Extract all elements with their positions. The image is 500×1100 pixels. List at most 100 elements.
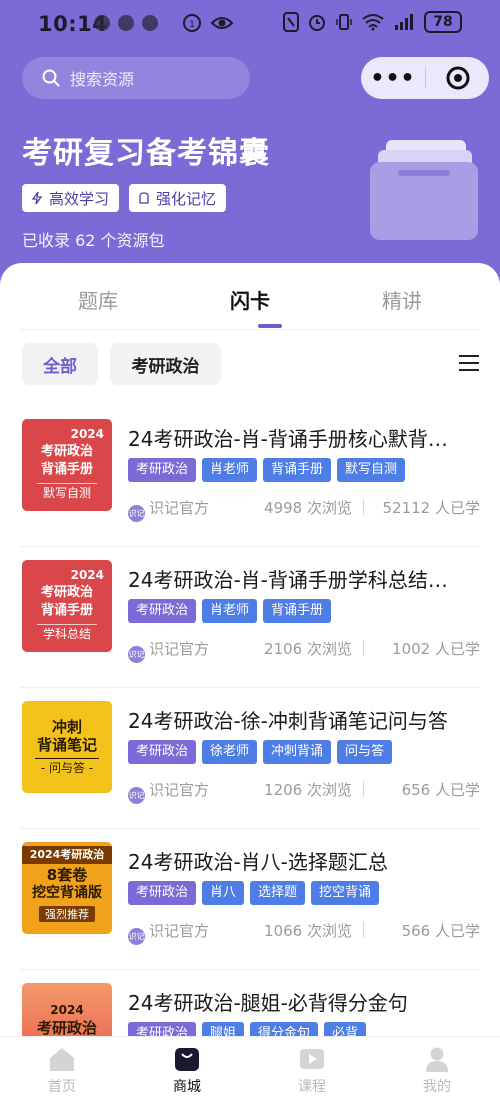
cover-subtitle: 默写自测: [36, 483, 97, 501]
app-notification-icon: [118, 15, 134, 31]
tag: 挖空背诵: [311, 881, 380, 905]
cover-subtitle: - 问与答 -: [34, 758, 100, 776]
wifi-icon: [362, 14, 384, 31]
tab-question-bank[interactable]: 题库: [38, 285, 158, 314]
nav-label: 商城: [173, 1079, 201, 1095]
alarm-icon: [309, 15, 325, 31]
source-name: 识记官方: [149, 922, 210, 940]
list-item[interactable]: 2024考研政治 8套卷 挖空背诵版 强烈推荐 24考研政治-肖八-选择题汇总 …: [20, 828, 480, 970]
item-tags: 考研政治 肖老师 背诵手册: [128, 599, 332, 623]
search-input[interactable]: 搜索资源: [22, 57, 250, 99]
nav-label: 首页: [48, 1079, 76, 1095]
tab-lectures[interactable]: 精讲: [342, 285, 462, 314]
tag: 考研政治: [128, 599, 197, 623]
tag: 肖老师: [202, 458, 258, 482]
tag: 默写自测: [337, 458, 406, 482]
nav-courses[interactable]: 课程: [272, 1045, 352, 1096]
tag: 考研政治: [128, 458, 197, 482]
item-cover: 2024 考研政治 背诵手册 默写自测: [22, 419, 112, 511]
source-name: 识记官方: [149, 781, 210, 799]
item-learners: 566 人已学: [401, 922, 480, 940]
menu-icon[interactable]: [459, 355, 479, 373]
course-icon: [300, 1049, 324, 1069]
tab-bar: 题库 闪卡 精讲: [20, 263, 480, 330]
nfc-icon: [283, 12, 299, 32]
nav-shop[interactable]: 商城: [147, 1045, 227, 1096]
item-views: 1066 次浏览: [264, 922, 352, 940]
list-item[interactable]: 2024 考研政治 背诵手册 学科总结 24考研政治-肖-背诵手册学科总结… 考…: [20, 546, 480, 688]
cover-line: 背诵手册: [40, 462, 93, 477]
tab-flashcards[interactable]: 闪卡: [190, 285, 310, 314]
chip-memory: 强化记忆: [129, 184, 227, 212]
filter-all-button[interactable]: 全部: [22, 343, 98, 385]
source-logo-icon: 识记: [128, 787, 145, 804]
tag: 徐老师: [202, 740, 258, 764]
item-learners: 52112 人已学: [382, 499, 481, 517]
meta-divider: [363, 499, 364, 515]
item-title: 24考研政治-肖-背诵手册学科总结…: [128, 568, 448, 592]
item-views: 2106 次浏览: [264, 640, 352, 658]
tag: 考研政治: [128, 881, 197, 905]
cover-year: 2024: [70, 568, 104, 582]
target-icon: [446, 66, 469, 90]
app-notification-icon: [94, 15, 110, 31]
hero-chips: 高效学习 强化记忆: [22, 184, 227, 212]
item-source: 识记 识记官方: [128, 779, 209, 804]
cover-line: 背诵手册: [40, 603, 93, 618]
eye-icon: [210, 17, 234, 29]
lightning-icon: [31, 191, 43, 205]
cover-line: 8套卷: [46, 866, 88, 884]
meta-divider: [363, 781, 364, 797]
item-cover: 冲刺 背诵笔记 - 问与答 -: [22, 701, 112, 793]
cover-subtitle: 强烈推荐: [39, 906, 95, 922]
data-saver-icon: 1: [183, 14, 201, 32]
cover-line: 考研政治: [40, 585, 93, 600]
shop-bag-icon: [175, 1048, 199, 1071]
system-status-icons: 78: [283, 11, 462, 33]
app-notification-icon: [142, 15, 158, 31]
brain-icon: [139, 192, 149, 204]
cover-line: 背诵笔记: [36, 736, 97, 754]
cover-line: 冲刺: [51, 718, 82, 736]
source-logo-icon: 识记: [128, 505, 145, 522]
tag: 问与答: [337, 740, 393, 764]
nav-profile[interactable]: 我的: [397, 1045, 477, 1096]
item-source: 识记 识记官方: [128, 497, 209, 522]
item-title: 24考研政治-徐-冲刺背诵笔记问与答: [128, 709, 448, 733]
item-title: 24考研政治-肖-背诵手册核心默背…: [128, 427, 448, 451]
bottom-nav: 首页 商城 课程 我的: [0, 1036, 500, 1100]
source-name: 识记官方: [149, 499, 210, 517]
item-views: 1206 次浏览: [264, 781, 352, 799]
source-logo-icon: 识记: [128, 646, 145, 663]
tag: 肖老师: [202, 599, 258, 623]
nav-home[interactable]: 首页: [22, 1045, 102, 1096]
more-options-button[interactable]: •••: [361, 66, 425, 91]
status-mid-icons: 1: [182, 13, 234, 33]
list-item[interactable]: 冲刺 背诵笔记 - 问与答 - 24考研政治-徐-冲刺背诵笔记问与答 考研政治 …: [20, 687, 480, 829]
tag: 肖八: [202, 881, 245, 905]
meta-divider: [363, 640, 364, 656]
meta-divider: [363, 922, 364, 938]
mini-program-capsule: •••: [361, 57, 489, 99]
tag: 背诵手册: [263, 458, 332, 482]
item-source: 识记 识记官方: [128, 638, 209, 663]
svg-text:1: 1: [189, 20, 195, 30]
tag: 冲刺背诵: [263, 740, 332, 764]
item-cover: 2024 考研政治 背诵手册 学科总结: [22, 560, 112, 652]
hero-title: 考研复习备考锦囊: [22, 136, 270, 171]
item-title: 24考研政治-腿姐-必背得分金句: [128, 991, 408, 1015]
cover-line: 挖空背诵版: [32, 885, 102, 901]
filter-politics-button[interactable]: 考研政治: [110, 343, 221, 385]
close-program-button[interactable]: [426, 66, 489, 90]
nav-label: 课程: [298, 1079, 326, 1095]
list-item[interactable]: 2024 考研政治 背诵手册 默写自测 24考研政治-肖-背诵手册核心默背… 考…: [20, 405, 480, 547]
chip-efficient-learning: 高效学习: [22, 184, 120, 212]
search-placeholder: 搜索资源: [70, 70, 135, 89]
item-learners: 656 人已学: [401, 781, 480, 799]
header: 10:14 1 78 搜索资源 ••• 考研复习备考锦囊 高效学习 强化记忆 已…: [0, 0, 500, 300]
item-title: 24考研政治-肖八-选择题汇总: [128, 850, 388, 874]
battery-indicator: 78: [424, 11, 462, 33]
status-bar: 10:14 1 78: [0, 0, 500, 48]
tag: 考研政治: [128, 740, 197, 764]
resource-count: 已收录 62 个资源包: [22, 231, 165, 250]
